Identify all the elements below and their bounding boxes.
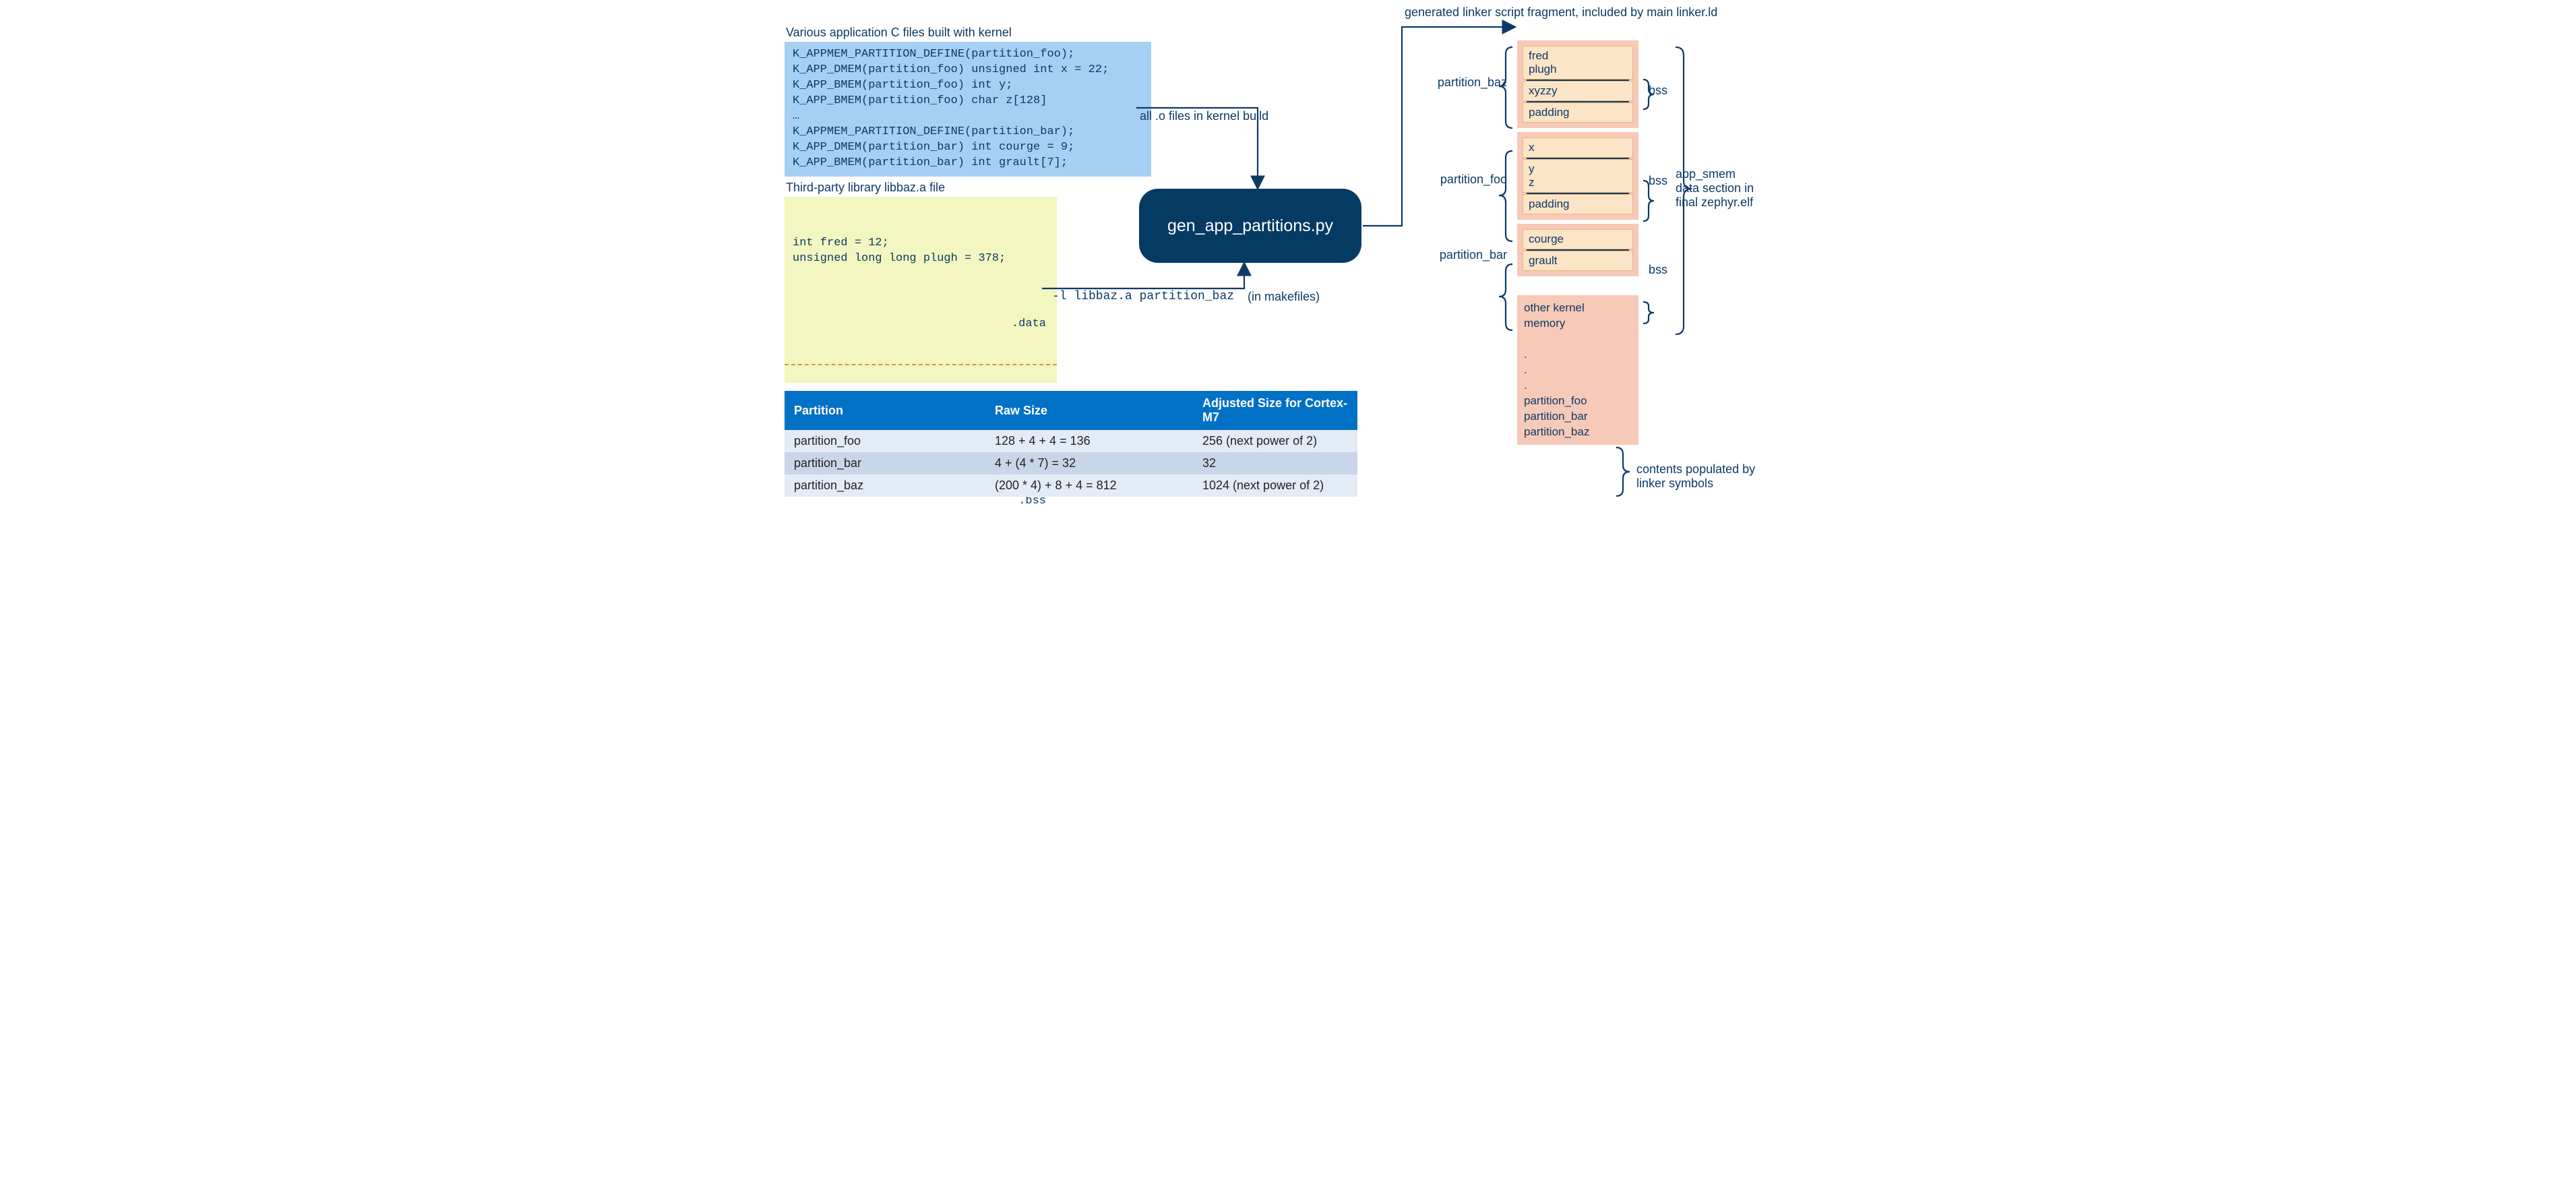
app-c-title: Various application C files built with k…: [786, 26, 1012, 40]
partition-size-table: Partition Raw Size Adjusted Size for Cor…: [785, 391, 1357, 497]
baz-bss: xyzzy: [1523, 81, 1633, 101]
foo-pad: padding: [1523, 194, 1633, 214]
baz-bss-tag: bss: [1649, 84, 1667, 98]
kernel-memory-box: other kernel memory . . . partition_foo …: [1517, 295, 1638, 445]
cell: 128 + 4 + 4 = 136: [985, 430, 1193, 452]
baz-pad: padding: [1523, 102, 1633, 123]
lib-data-tag: .data: [793, 317, 1046, 332]
cell: partition_baz: [785, 474, 985, 497]
foo-bss-tag: bss: [1649, 174, 1667, 188]
bar-label: partition_bar: [1440, 248, 1507, 262]
table-row: partition_foo 128 + 4 + 4 = 136 256 (nex…: [785, 430, 1357, 452]
makefile-arg: -l libbaz.a partition_baz: [1052, 290, 1234, 303]
cell: 4 + (4 * 7) = 32: [985, 452, 1193, 474]
app-c-code: K_APPMEM_PARTITION_DEFINE(partition_foo)…: [785, 42, 1151, 177]
partition-foo-group: x y z padding: [1517, 132, 1638, 220]
table-row: partition_baz (200 * 4) + 8 + 4 = 812 10…: [785, 474, 1357, 497]
app-smem-label: app_smem data section in final zephyr.el…: [1676, 167, 1804, 210]
makefile-note: (in makefiles): [1248, 290, 1320, 304]
cell: partition_bar: [785, 452, 985, 474]
foo-data: x: [1523, 137, 1633, 158]
center-label: gen_app_partitions.py: [1167, 216, 1333, 236]
bar-bss: grault: [1523, 251, 1633, 271]
linker-note: contents populated by linker symbols: [1636, 462, 1765, 491]
cell: partition_foo: [785, 430, 985, 452]
th-partition: Partition: [785, 391, 985, 430]
lib-data-code: int fred = 12; unsigned long long plugh …: [793, 236, 1049, 267]
bar-data: courge: [1523, 229, 1633, 249]
lib-title: Third-party library libbaz.a file: [786, 181, 945, 195]
baz-label: partition_baz: [1438, 75, 1507, 90]
th-adj: Adjusted Size for Cortex-M7: [1193, 391, 1357, 430]
partition-baz-group: fred plugh xyzzy padding: [1517, 40, 1638, 128]
partition-bar-group: courge grault: [1517, 224, 1638, 276]
lib-code-box: int fred = 12; unsigned long long plugh …: [785, 197, 1057, 383]
foo-bss: y z: [1523, 159, 1633, 193]
cell: (200 * 4) + 8 + 4 = 812: [985, 474, 1193, 497]
diagram-canvas: Various application C files built with k…: [772, 0, 1804, 526]
foo-label: partition_foo: [1440, 173, 1507, 187]
cell: 256 (next power of 2): [1193, 430, 1357, 452]
memory-map: partition_baz fred plugh xyzzy padding b…: [1517, 40, 1638, 445]
th-raw: Raw Size: [985, 391, 1193, 430]
gen-app-partitions-node: gen_app_partitions.py: [1139, 189, 1361, 263]
frag-title: generated linker script fragment, includ…: [1405, 5, 1717, 20]
table-row: partition_bar 4 + (4 * 7) = 32 32: [785, 452, 1357, 474]
baz-data: fred plugh: [1523, 46, 1633, 80]
o-files-label: all .o files in kernel build: [1140, 109, 1268, 123]
cell: 32: [1193, 452, 1357, 474]
bar-bss-tag: bss: [1649, 263, 1667, 277]
cell: 1024 (next power of 2): [1193, 474, 1357, 497]
